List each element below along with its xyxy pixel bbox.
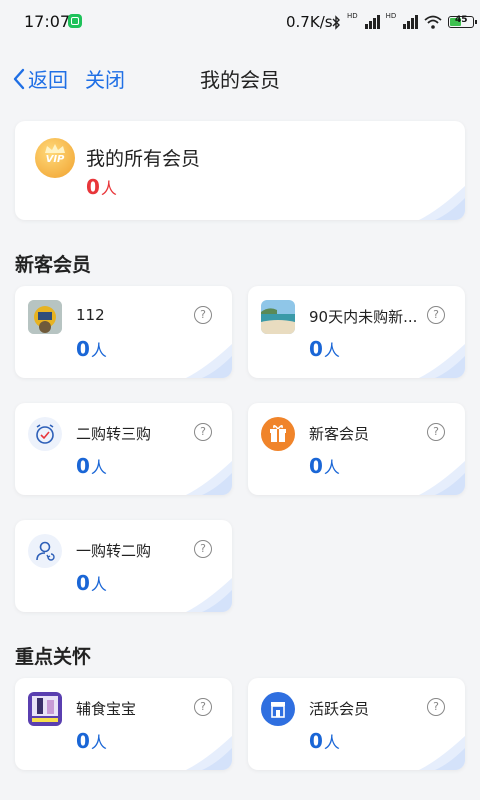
help-icon[interactable]: ?	[194, 306, 212, 324]
member-card-name: 活跃会员	[309, 700, 370, 718]
count-unit: 人	[100, 179, 117, 198]
count-unit: 人	[90, 341, 107, 360]
count-number: 0	[86, 175, 100, 199]
wifi-icon	[424, 15, 442, 29]
card-decoration	[419, 186, 465, 220]
count-number: 0	[76, 337, 90, 361]
member-card-name: 112	[76, 306, 105, 324]
card-decoration	[186, 344, 232, 378]
help-icon[interactable]: ?	[427, 698, 445, 716]
member-card-count: 0 人	[76, 337, 107, 361]
member-card-count: 0 人	[309, 454, 340, 478]
gift-box-icon	[261, 417, 295, 451]
member-card-name: 新客会员	[309, 425, 370, 443]
all-members-count: 0 人	[86, 175, 117, 199]
count-unit: 人	[90, 733, 107, 752]
member-card-count: 0 人	[76, 571, 107, 595]
count-number: 0	[76, 571, 90, 595]
section-title-key-care: 重点关怀	[15, 646, 92, 668]
network-speed: 0.7K/s	[286, 13, 333, 31]
count-unit: 人	[90, 458, 107, 477]
alarm-clock-icon	[28, 417, 62, 451]
help-icon[interactable]: ?	[194, 698, 212, 716]
member-card[interactable]: 112 ? 0 人	[15, 286, 232, 378]
member-card-count: 0 人	[76, 729, 107, 753]
card-decoration	[186, 578, 232, 612]
count-number: 0	[309, 729, 323, 753]
page-title: 我的会员	[200, 68, 280, 92]
member-card-count: 0 人	[76, 454, 107, 478]
member-card[interactable]: 活跃会员 ? 0 人	[248, 678, 465, 770]
card-decoration	[186, 736, 232, 770]
member-card[interactable]: 90天内未购新... ? 0 人	[248, 286, 465, 378]
bluetooth-icon	[332, 14, 340, 30]
member-card-name: 90天内未购新...	[309, 308, 418, 326]
count-unit: 人	[90, 575, 107, 594]
signal-icon	[403, 15, 419, 29]
count-number: 0	[309, 454, 323, 478]
count-number: 0	[309, 337, 323, 361]
help-icon[interactable]: ?	[194, 540, 212, 558]
help-icon[interactable]: ?	[427, 423, 445, 441]
member-card-count: 0 人	[309, 729, 340, 753]
member-card[interactable]: 辅食宝宝 ? 0 人	[15, 678, 232, 770]
beach-photo-thumbnail	[261, 300, 295, 334]
photo-thumbnail	[28, 300, 62, 334]
hd-label-icon: HD	[385, 12, 397, 20]
section-title-new-members: 新客会员	[15, 254, 92, 276]
count-number: 0	[76, 729, 90, 753]
status-icons: HD HD 45 ⚡	[332, 12, 480, 32]
battery-level: 45	[455, 15, 468, 25]
card-decoration	[419, 736, 465, 770]
vip-crown-icon: VIP	[35, 138, 75, 178]
count-number: 0	[76, 454, 90, 478]
product-photo-thumbnail	[28, 692, 62, 726]
store-icon	[261, 692, 295, 726]
card-decoration	[419, 461, 465, 495]
count-unit: 人	[323, 458, 340, 477]
member-card[interactable]: 二购转三购 ? 0 人	[15, 403, 232, 495]
card-decoration	[419, 344, 465, 378]
signal-icon	[364, 15, 380, 29]
nav-bar: 返回 关闭 我的会员	[0, 44, 480, 110]
app-notification-icon	[68, 14, 82, 28]
card-decoration	[186, 461, 232, 495]
help-icon[interactable]: ?	[427, 306, 445, 324]
member-card-count: 0 人	[309, 337, 340, 361]
count-unit: 人	[323, 341, 340, 360]
count-unit: 人	[323, 733, 340, 752]
member-card[interactable]: 一购转二购 ? 0 人	[15, 520, 232, 612]
status-time: 17:07	[24, 12, 71, 31]
all-members-card[interactable]: VIP 我的所有会员 0 人	[15, 121, 465, 220]
all-members-title: 我的所有会员	[86, 148, 201, 170]
hd-label-icon: HD	[347, 12, 358, 20]
member-card-name: 一购转二购	[76, 542, 152, 560]
member-card[interactable]: 新客会员 ? 0 人	[248, 403, 465, 495]
member-card-name: 辅食宝宝	[76, 700, 137, 718]
status-bar: 17:07 0.7K/s HD HD 45 ⚡	[0, 0, 480, 44]
battery-icon: 45	[448, 15, 478, 28]
user-refresh-icon	[28, 534, 62, 568]
help-icon[interactable]: ?	[194, 423, 212, 441]
member-card-name: 二购转三购	[76, 425, 152, 443]
